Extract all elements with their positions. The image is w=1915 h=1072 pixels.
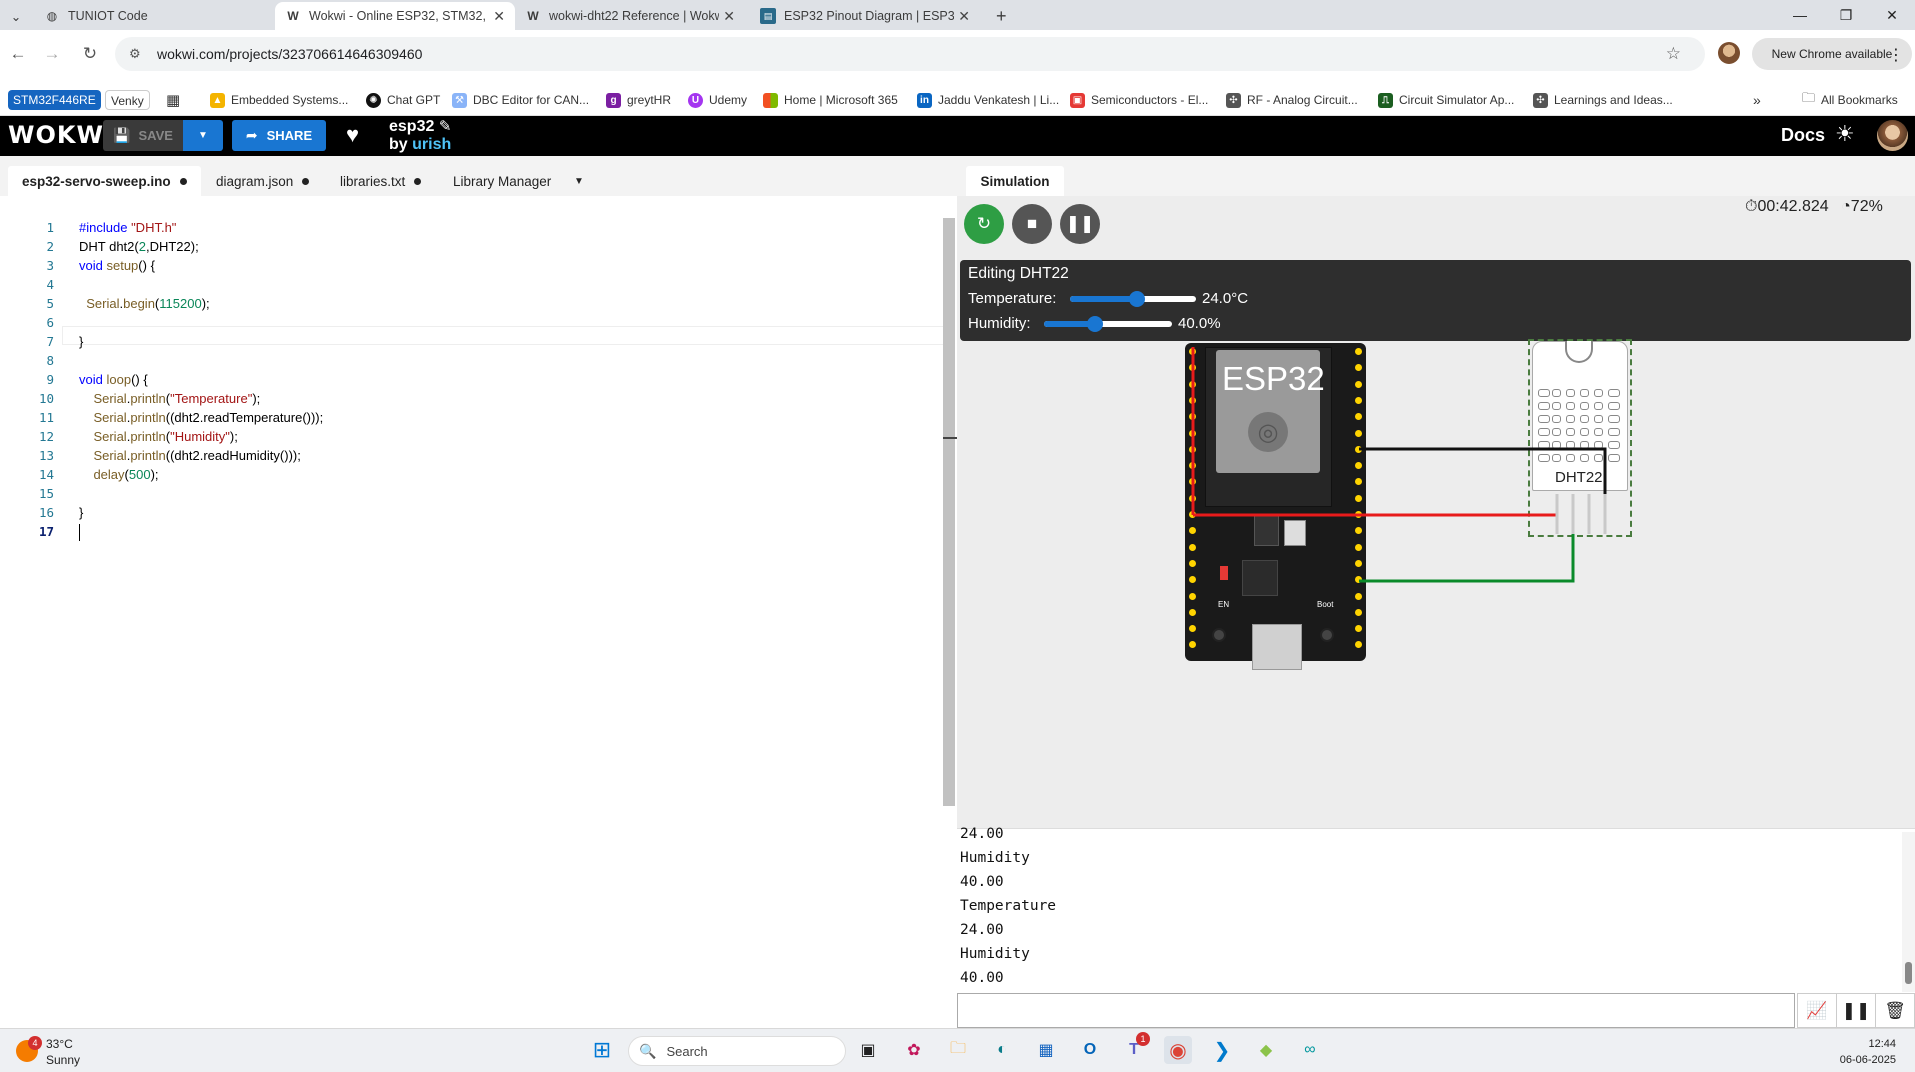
pinned-app-icon[interactable]: ◆ bbox=[1252, 1036, 1280, 1064]
outlook-icon[interactable]: O bbox=[1076, 1036, 1104, 1064]
serial-line: 40.00 bbox=[960, 970, 1004, 986]
edge-icon[interactable]: ◐ bbox=[988, 1036, 1016, 1064]
serial-line: 40.00 bbox=[960, 874, 1004, 890]
file-explorer-icon[interactable]: 🗀 bbox=[944, 1036, 972, 1064]
task-view-icon[interactable]: ▣ bbox=[854, 1036, 882, 1064]
chrome-icon[interactable]: ◉ bbox=[1164, 1036, 1192, 1064]
store-icon[interactable]: ▦ bbox=[1032, 1036, 1060, 1064]
vcc-wire[interactable] bbox=[1193, 513, 1559, 534]
arduino-icon[interactable]: ∞ bbox=[1296, 1036, 1324, 1064]
serial-line: Humidity bbox=[960, 850, 1030, 866]
serial-input[interactable] bbox=[957, 993, 1795, 1028]
serial-line: Temperature bbox=[960, 898, 1057, 914]
teams-badge: 1 bbox=[1136, 1032, 1150, 1046]
search-icon: 🔍 bbox=[639, 1042, 657, 1059]
serial-line: 24.00 bbox=[960, 826, 1004, 842]
chart-line-icon: 📈 bbox=[1806, 1000, 1828, 1020]
taskbar-search[interactable]: 🔍 Search bbox=[628, 1036, 846, 1066]
windows-start-icon[interactable]: ⊞ bbox=[588, 1036, 616, 1064]
weather-text: 33°C Sunny bbox=[46, 1037, 81, 1067]
copilot-icon[interactable]: ✿ bbox=[900, 1036, 928, 1064]
clear-serial-button[interactable]: 🗑 bbox=[1875, 993, 1915, 1028]
pause-icon: ❚❚ bbox=[1841, 1000, 1871, 1020]
serial-monitor[interactable] bbox=[957, 828, 1915, 992]
plotter-button[interactable]: 📈 bbox=[1797, 993, 1837, 1028]
weather-widget[interactable]: 4 bbox=[14, 1036, 42, 1064]
serial-line: 24.00 bbox=[960, 922, 1004, 938]
trash-icon: 🗑 bbox=[1884, 1000, 1906, 1020]
gnd-wire[interactable] bbox=[1359, 447, 1607, 534]
serial-line: Humidity bbox=[960, 946, 1030, 962]
pause-serial-button[interactable]: ❚❚ bbox=[1836, 993, 1876, 1028]
weather-badge: 4 bbox=[28, 1036, 42, 1050]
clock[interactable]: 12:44 06-06-2025 bbox=[1820, 1036, 1896, 1068]
vscode-icon[interactable]: ❯ bbox=[1208, 1036, 1236, 1064]
serial-scroll-thumb[interactable] bbox=[1905, 962, 1912, 984]
serial-scrollbar[interactable] bbox=[1902, 832, 1915, 992]
data-wire[interactable] bbox=[1359, 534, 1575, 583]
